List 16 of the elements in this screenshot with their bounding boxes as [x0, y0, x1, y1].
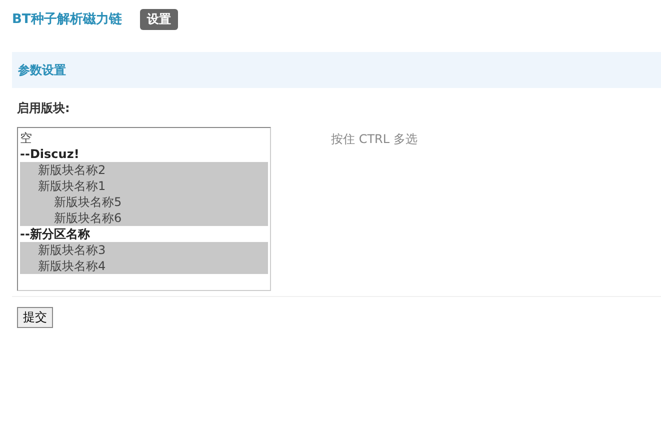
- list-option[interactable]: 新版块名称1: [20, 178, 268, 194]
- forum-listbox[interactable]: 空 --Discuz! 新版块名称2 新版块名称1 新版块名称5 新版块名称6 --新分区名称 新版块名称3 新版块名称4: [17, 127, 271, 291]
- list-option[interactable]: 新版块名称4: [20, 258, 268, 274]
- section-title: 参数设置: [18, 62, 66, 78]
- list-option[interactable]: 新版块名称3: [20, 242, 268, 258]
- list-option[interactable]: 新版块名称2: [20, 162, 268, 178]
- settings-tab[interactable]: 设置: [140, 8, 178, 30]
- list-option[interactable]: 新版块名称5: [20, 194, 268, 210]
- list-option[interactable]: 新版块名称6: [20, 210, 268, 226]
- field-label: 启用版块:: [17, 100, 71, 117]
- list-option[interactable]: 空: [20, 130, 268, 146]
- group-option[interactable]: --Discuz!: [20, 146, 268, 162]
- group-option[interactable]: --新分区名称: [20, 226, 268, 242]
- app-title: BT种子解析磁力链: [12, 11, 122, 28]
- submit-button[interactable]: 提交: [17, 307, 53, 328]
- hint-text: 按住 CTRL 多选: [331, 131, 418, 148]
